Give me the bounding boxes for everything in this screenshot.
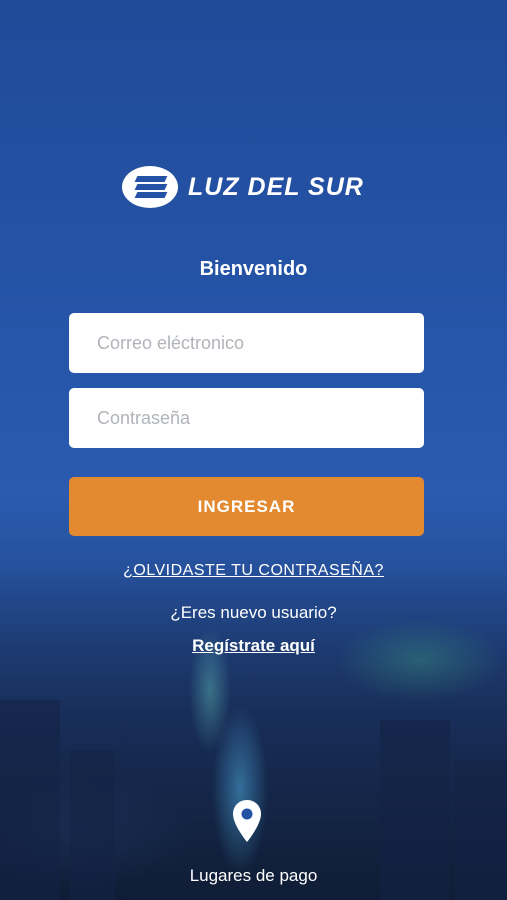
brand-logo: LUZ DEL SUR <box>122 166 364 208</box>
register-link[interactable]: Regístrate aquí <box>0 636 507 656</box>
payment-places-link[interactable]: Lugares de pago <box>0 866 507 886</box>
brand-name: LUZ DEL SUR <box>188 172 364 201</box>
password-field[interactable] <box>69 388 424 448</box>
luz-del-sur-logo-icon <box>122 166 178 208</box>
email-field[interactable] <box>69 313 424 373</box>
location-pin-icon[interactable] <box>233 800 261 846</box>
forgot-password-link[interactable]: ¿OLVIDASTE TU CONTRASEÑA? <box>0 562 507 580</box>
welcome-title: Bienvenido <box>199 258 308 280</box>
login-button[interactable]: INGRESAR <box>69 477 424 536</box>
new-user-prompt: ¿Eres nuevo usuario? <box>170 603 337 622</box>
